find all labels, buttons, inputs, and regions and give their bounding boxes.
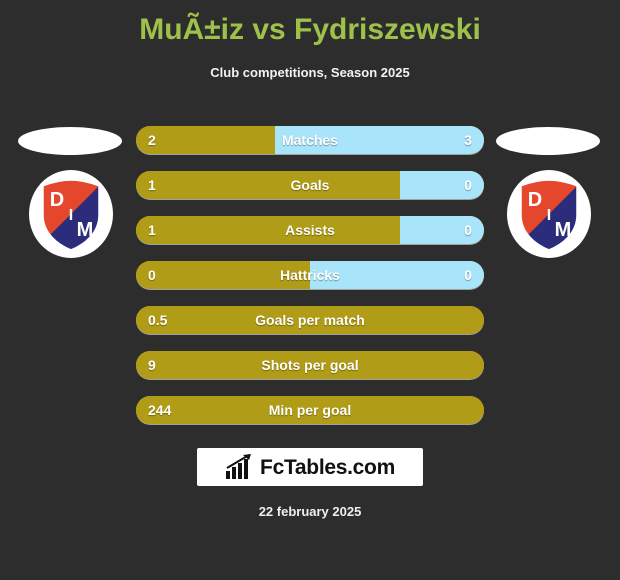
svg-text:I: I xyxy=(547,207,551,224)
stat-comparison-card: MuÃ±iz vs Fydriszewski Club competitions… xyxy=(0,0,620,580)
stat-row: 9 Shots per goal xyxy=(136,351,484,379)
stat-label: Goals per match xyxy=(255,312,365,328)
svg-text:D: D xyxy=(50,189,64,211)
stat-row: 2 Matches 3 xyxy=(136,126,484,154)
stat-value-away: 3 xyxy=(464,132,472,148)
stat-row: 1 Goals 0 xyxy=(136,171,484,199)
away-team-badge: D I M xyxy=(484,120,614,270)
stat-label: Hattricks xyxy=(280,267,340,283)
badge-highlight-ellipse xyxy=(496,127,600,155)
stat-label: Goals xyxy=(290,177,330,193)
stat-row: 244 Min per goal xyxy=(136,396,484,424)
stat-value-away: 0 xyxy=(464,267,472,283)
away-team-crest-icon: D I M xyxy=(504,169,594,259)
home-team-badge: D I M xyxy=(6,120,136,270)
svg-text:M: M xyxy=(77,219,94,241)
stat-row: 0.5 Goals per match xyxy=(136,306,484,334)
stat-label: Shots per goal xyxy=(261,357,359,373)
page-title: MuÃ±iz vs Fydriszewski xyxy=(139,13,481,46)
stat-rows: 2 Matches 3 1 Goals 0 1 Assists 0 0 Hattricks 0 0.5 G… xyxy=(136,126,484,441)
fctables-logo[interactable]: FcTables.com xyxy=(197,448,423,486)
fctables-logo-text: FcTables.com xyxy=(260,455,395,479)
date-label: 22 february 2025 xyxy=(258,504,362,519)
stat-label: Matches xyxy=(281,132,339,148)
home-team-crest-icon: D I M xyxy=(26,169,116,259)
stat-value-away: 0 xyxy=(464,222,472,238)
stat-row: 1 Assists 0 xyxy=(136,216,484,244)
stat-label: Min per goal xyxy=(268,402,352,418)
stat-label: Assists xyxy=(285,222,335,238)
bar-chart-arrow-icon xyxy=(226,454,252,479)
svg-text:D: D xyxy=(528,189,542,211)
badge-highlight-ellipse xyxy=(18,127,122,155)
stat-row: 0 Hattricks 0 xyxy=(136,261,484,289)
svg-text:M: M xyxy=(555,219,572,241)
page-subtitle: Club competitions, Season 2025 xyxy=(210,65,410,80)
svg-text:I: I xyxy=(69,207,73,224)
stat-value-away: 0 xyxy=(464,177,472,193)
